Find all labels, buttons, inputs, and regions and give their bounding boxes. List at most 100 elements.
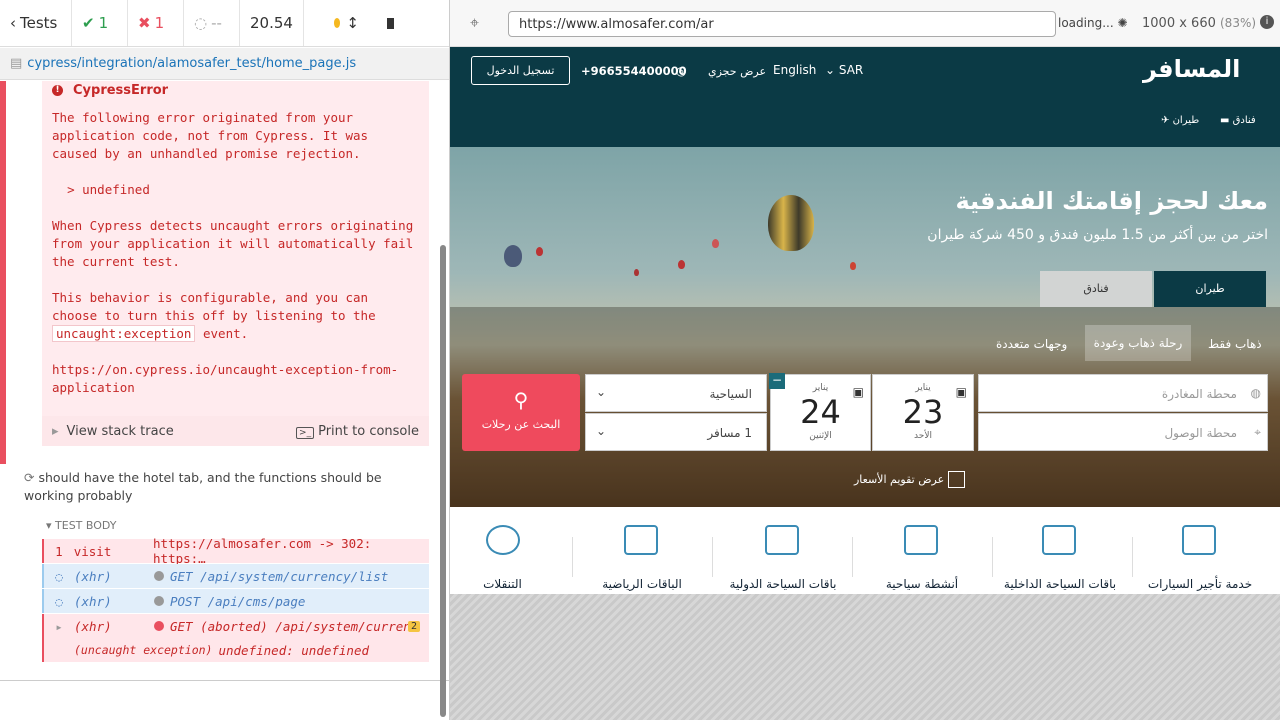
departure-date-field[interactable]: يناير 23 الأحد ▣: [872, 374, 974, 451]
check-icon: ✔: [82, 14, 95, 32]
refresh-icon: ⟳: [24, 470, 35, 485]
trip-multicity[interactable]: وجهات متعددة: [996, 337, 1067, 351]
passed-count: ✔ 1: [72, 0, 128, 46]
map-icon: [765, 525, 799, 555]
command-row[interactable]: ▸ (xhr) GET (aborted) /api/system/curren… 2: [42, 614, 429, 638]
almosafer-page: تسجيل الدخول +966554400000 ◎ عرض حجزي En…: [450, 47, 1280, 594]
pending-count: ◌ --: [184, 0, 240, 46]
loading-indicator: loading... ✺: [1058, 16, 1128, 30]
status-dot-icon: [334, 18, 341, 28]
balloon-image: [634, 269, 639, 276]
nav-flights[interactable]: ✈ طيران: [1161, 115, 1199, 126]
cabin-class-select[interactable]: السياحية ⌄: [585, 374, 767, 412]
globe-icon: ◍: [1250, 386, 1261, 400]
trophy-icon: [624, 525, 658, 555]
category-car-rental[interactable]: خدمة تأجير السيارات: [1130, 507, 1270, 594]
duration: 20.54: [240, 0, 304, 46]
status-dot-icon: [154, 621, 164, 631]
scrollbar[interactable]: [440, 245, 446, 717]
category-domestic-packages[interactable]: باقات السياحة الداخلية: [990, 507, 1130, 594]
crosshair-icon[interactable]: ⌖: [470, 13, 479, 33]
failed-test-marker: [0, 81, 6, 464]
fare-calendar-checkbox[interactable]: [948, 471, 965, 488]
error-title: ! CypressError: [52, 81, 419, 99]
arrival-airport-field[interactable]: محطة الوصول ⌖: [978, 413, 1268, 451]
category-transfers[interactable]: التنقلات: [450, 507, 555, 594]
spec-file-path[interactable]: ▤ cypress/integration/alamosafer_test/hom…: [0, 48, 449, 80]
departure-airport-field[interactable]: محطة المغادرة ◍: [978, 374, 1268, 412]
chevron-down-icon: ⌄: [825, 63, 839, 77]
balloon-image: [678, 260, 685, 269]
error-actions: ▸ View stack trace >_ Print to console: [42, 416, 429, 446]
print-to-console-button[interactable]: >_ Print to console: [296, 424, 419, 439]
divider: [712, 537, 713, 577]
balloon-image: [712, 239, 719, 248]
spinner-icon: ◌: [55, 568, 63, 584]
my-booking-link[interactable]: عرض حجزي: [708, 65, 766, 78]
category-international-packages[interactable]: باقات السياحة الدولية: [713, 507, 853, 594]
cross-icon: ✖: [138, 14, 151, 32]
caret-right-icon: ▸: [52, 423, 59, 439]
trip-oneway[interactable]: ذهاب فقط: [1208, 337, 1262, 351]
passengers-select[interactable]: 1 مسافر ⌄: [585, 413, 767, 451]
category-sports-packages[interactable]: الباقات الرياضية: [572, 507, 712, 594]
camera-icon: [904, 525, 938, 555]
url-field[interactable]: https://www.almosafer.com/ar: [508, 11, 1056, 37]
login-button[interactable]: تسجيل الدخول: [471, 56, 570, 85]
command-row[interactable]: ◌ (xhr) POST /api/cms/page: [42, 589, 429, 613]
balloon-image: [850, 262, 856, 270]
language-switch[interactable]: English: [773, 63, 816, 77]
trip-roundtrip[interactable]: رحلة ذهاب وعودة: [1085, 325, 1191, 361]
cypress-runner-panel: ‹ Tests ✔ 1 ✖ 1 ◌ -- 20.54 ↕ ▤ cypress/integr…: [0, 0, 450, 720]
app-preview: ⌖ https://www.almosafer.com/ar loading..…: [450, 0, 1280, 720]
transfer-arrows-icon: [486, 525, 520, 555]
balloon-image: [504, 245, 522, 267]
arrows-vertical-icon: ↕: [346, 14, 359, 32]
category-activities[interactable]: أنشطة سياحية: [852, 507, 992, 594]
command-log[interactable]: ! CypressError The following error origin…: [0, 81, 449, 720]
auto-scroll-toggle[interactable]: ↕: [304, 0, 404, 46]
error-code: uncaught:exception: [52, 325, 196, 342]
error-icon: !: [52, 84, 63, 96]
logo[interactable]: المسافر: [1143, 55, 1240, 83]
file-icon: ▤: [10, 56, 23, 71]
phone-number[interactable]: +966554400000: [581, 64, 687, 78]
command-row[interactable]: ◌ (xhr) GET /api/system/currency/list: [42, 564, 429, 588]
nav-hotels[interactable]: ▬ فنادق: [1220, 115, 1256, 126]
failed-count: ✖ 1: [128, 0, 184, 46]
test-title[interactable]: ⟳ should have the hotel tab, and the func…: [24, 469, 404, 505]
chevron-down-icon: ⌄: [596, 424, 607, 438]
test-body-label[interactable]: ▾ TEST BODY: [46, 519, 117, 532]
document-icon: [1042, 525, 1076, 555]
spinner-icon: ◌: [55, 593, 63, 609]
return-date-field[interactable]: يناير 24 الإثنين ▣ −: [769, 373, 871, 451]
tab-hotels[interactable]: فنادق: [1040, 271, 1152, 307]
hero-title: معك لحجز إقامتك الفندقية: [955, 187, 1268, 215]
command-row[interactable]: 1 visit https://almosafer.com -> 302: http…: [42, 536, 429, 566]
calendar-icon: ▣: [955, 385, 967, 399]
divider: [1132, 537, 1133, 577]
tab-flights[interactable]: طيران: [1154, 271, 1266, 307]
command-row[interactable]: (uncaught exception) undefined: undefined: [42, 638, 429, 662]
currency-select[interactable]: ⌄ SAR: [825, 63, 863, 77]
search-panel: ذهاب فقط رحلة ذهاب وعودة وجهات متعددة مح…: [450, 307, 1280, 507]
viewport-size: 1000 x 660 (83%): [1142, 16, 1257, 31]
chevron-left-icon: ‹: [10, 14, 16, 32]
hero-banner: معك لحجز إقامتك الفندقية اختر من بين أكث…: [450, 147, 1280, 507]
location-pin-icon: ⌖: [1254, 425, 1261, 439]
view-stack-trace[interactable]: ▸ View stack trace: [52, 424, 174, 439]
caret-right-icon: ▸: [55, 618, 63, 634]
status-dot-icon: [154, 571, 164, 581]
search-flights-button[interactable]: ⚲ البحث عن رحلات: [462, 374, 580, 451]
count-badge: 2: [408, 620, 421, 632]
tests-button[interactable]: ‹ Tests: [0, 0, 72, 46]
stop-icon[interactable]: [386, 17, 394, 29]
car-icon: [1182, 525, 1216, 555]
info-icon[interactable]: i: [1260, 15, 1274, 29]
remove-return-button[interactable]: −: [769, 373, 785, 389]
calendar-icon: ▣: [852, 385, 864, 399]
search-icon: ⚲: [513, 388, 529, 412]
runner-header: ‹ Tests ✔ 1 ✖ 1 ◌ -- 20.54 ↕: [0, 0, 449, 47]
error-panel: ! CypressError The following error origin…: [42, 81, 429, 446]
divider: [0, 680, 449, 681]
